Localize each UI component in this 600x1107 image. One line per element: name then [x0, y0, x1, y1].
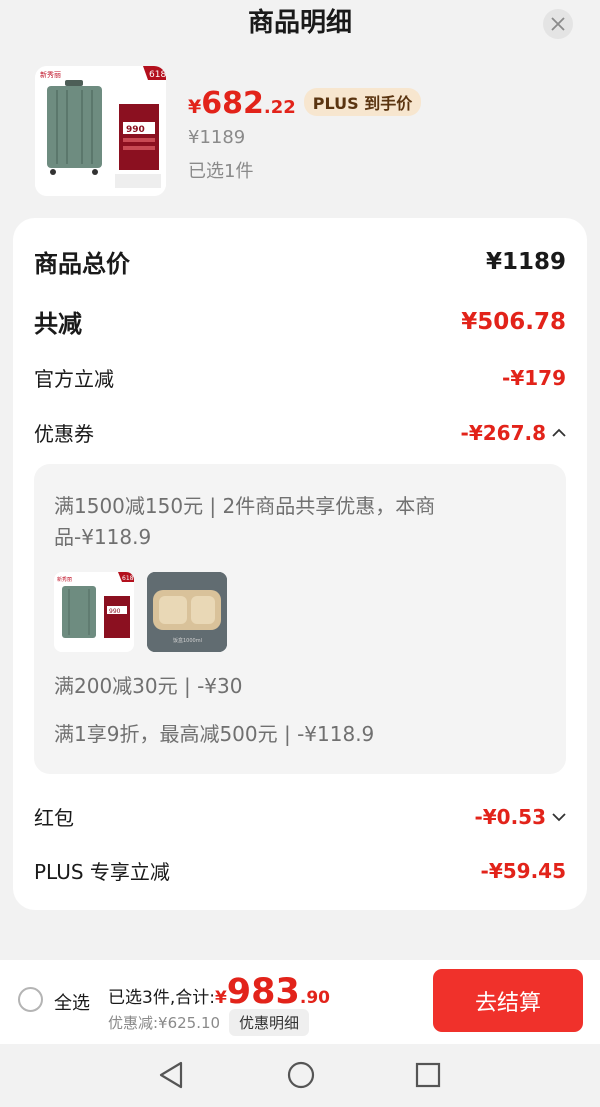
plus-discount-row: PLUS 专享立减 -¥59.45	[34, 856, 566, 885]
total-price-row: 商品总价 ¥1189	[34, 244, 566, 279]
coupon-value: -¥267.8	[460, 420, 546, 445]
official-discount-value: -¥179	[502, 365, 566, 390]
coupon-detail-line: 满200减30元 | -¥30	[54, 674, 243, 698]
total-reduce-label: 共减	[34, 310, 82, 338]
original-price: ¥1189	[188, 127, 246, 148]
price-breakdown-card: 商品总价 ¥1189 共减 ¥506.78 官方立减 -¥179 优惠券 -¥2…	[13, 218, 587, 910]
chevron-up-icon	[552, 428, 566, 437]
red-packet-value-wrap: -¥0.53	[474, 805, 566, 829]
coupon-value-wrap: -¥267.8	[461, 421, 566, 445]
back-icon[interactable]	[157, 1060, 185, 1090]
coupon-detail-line: 品-¥118.9	[54, 525, 152, 549]
selected-count: 已选1件	[188, 161, 254, 182]
lunchbox-caption: 饭盒1000ml	[173, 637, 202, 644]
close-icon	[551, 17, 565, 31]
coupon-product-thumb-lunchbox: 饭盒1000ml	[147, 572, 227, 652]
plus-discount-label: PLUS 专享立减	[34, 860, 170, 884]
checkout-bar: 全选 已选3件,合计: ¥ 983 .90 优惠减:¥625.10 优惠明细 去…	[0, 960, 600, 1044]
total-price-value: ¥1189	[485, 248, 566, 275]
svg-text:990: 990	[109, 608, 121, 615]
coupon-label: 优惠券	[34, 422, 94, 446]
discount-detail-button[interactable]: 优惠明细	[229, 1009, 310, 1036]
total-reduce-row: 共减 ¥506.78	[34, 304, 566, 339]
price-decimal: .22	[263, 97, 296, 118]
checkout-button[interactable]: 去结算	[433, 969, 583, 1032]
official-discount-row: 官方立减 -¥179	[34, 363, 566, 392]
svg-text:新秀丽: 新秀丽	[57, 576, 72, 583]
official-discount-label: 官方立减	[34, 367, 114, 391]
plus-discount-value: -¥59.45	[480, 858, 566, 883]
plus-price-tag: PLUS 到手价	[303, 88, 422, 116]
price-currency: ¥	[188, 96, 202, 118]
red-packet-label: 红包	[34, 806, 74, 830]
system-nav-bar	[0, 1044, 600, 1107]
coupon-row[interactable]: 优惠券 -¥267.8	[34, 418, 566, 447]
coupon-detail-line: 满1享9折，最高减500元 | -¥118.9	[54, 722, 375, 746]
order-total: 已选3件,合计: ¥ 983 .90	[108, 972, 330, 1012]
close-button[interactable]	[543, 9, 573, 39]
select-all-checkbox[interactable]	[18, 987, 43, 1012]
chevron-down-icon	[552, 812, 566, 821]
svg-text:990: 990	[126, 125, 145, 135]
order-total-decimal: .90	[299, 988, 330, 1008]
discount-summary: 优惠减:¥625.10	[108, 1014, 221, 1032]
order-total-label: 已选3件,合计:	[108, 988, 215, 1008]
sheet-header: 商品明细	[0, 0, 600, 50]
total-reduce-value: ¥506.78	[461, 308, 566, 335]
product-price: ¥ 682 .22 PLUS 到手价	[188, 86, 422, 126]
price-integer: 682	[201, 86, 264, 121]
red-packet-value: -¥0.53	[474, 804, 546, 829]
red-packet-row[interactable]: 红包 -¥0.53	[34, 802, 566, 831]
order-total-currency: ¥	[214, 988, 227, 1008]
svg-text:618: 618	[122, 575, 134, 582]
select-all-label[interactable]: 全选	[54, 989, 90, 1015]
recents-icon[interactable]	[414, 1060, 442, 1090]
product-image: 新秀丽 990 618	[35, 66, 166, 196]
coupon-product-thumb-suitcase: 990 618 新秀丽	[54, 572, 134, 652]
coupon-detail-line: 满1500减150元 | 2件商品共享优惠，本商	[54, 494, 436, 518]
svg-text:618: 618	[149, 70, 166, 80]
coupon-details-panel: 满1500减150元 | 2件商品共享优惠，本商 品-¥118.9 990 61…	[34, 464, 566, 774]
home-icon[interactable]	[286, 1060, 316, 1090]
brand-logo: 新秀丽	[40, 70, 61, 79]
total-price-label: 商品总价	[34, 250, 130, 278]
order-total-integer: 983	[226, 972, 300, 1012]
page-title: 商品明细	[247, 8, 352, 38]
